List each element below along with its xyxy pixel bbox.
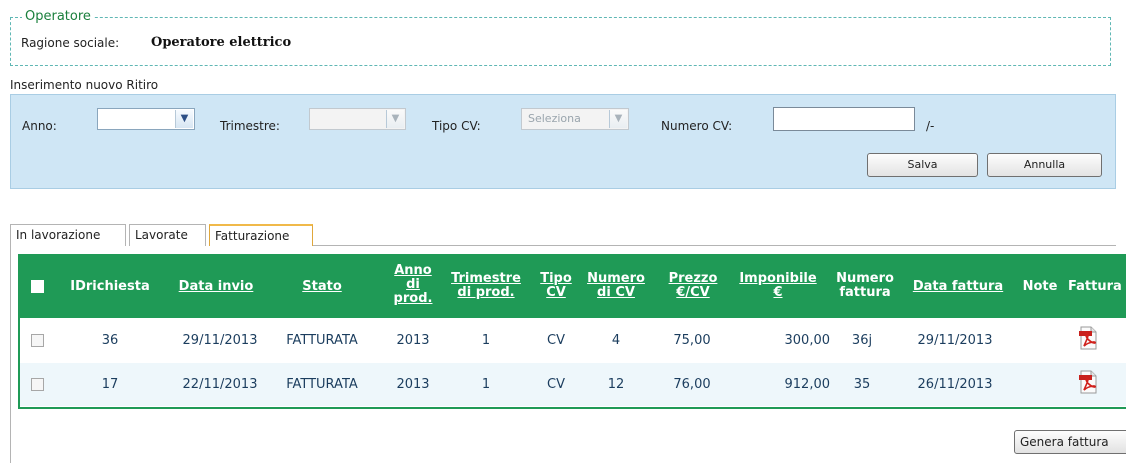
header-prezzo-line1: Prezzo — [668, 271, 718, 286]
fatturazione-table: IDrichiesta Data invio Stato Anno di pro… — [18, 254, 1126, 409]
pdf-icon[interactable] — [1078, 370, 1098, 394]
numero-cv-suffix: /- — [926, 119, 935, 133]
header-note: Note — [1022, 279, 1058, 294]
chevron-down-icon[interactable]: ▼ — [175, 110, 193, 128]
header-idrichiesta: IDrichiesta — [70, 279, 150, 294]
header-trimestre-line2: di prod. — [457, 285, 515, 300]
cell-tipo-cv: CV — [547, 333, 565, 348]
header-prezzo-line2: €/CV — [676, 285, 710, 300]
tab-in-lavorazione[interactable]: In lavorazione — [10, 224, 126, 246]
anno-select[interactable]: ▼ — [97, 108, 195, 130]
chevron-down-icon[interactable]: ▼ — [609, 110, 627, 128]
chevron-down-icon[interactable]: ▼ — [386, 110, 404, 128]
cell-data-invio: 29/11/2013 — [182, 333, 258, 348]
cell-imponibile: 300,00 — [784, 333, 831, 348]
select-all-checkbox[interactable] — [31, 280, 44, 293]
header-data-fattura[interactable]: Data fattura — [903, 280, 1013, 294]
header-anno-line3: prod. — [393, 291, 433, 306]
header-trimestre-line1: Trimestre — [451, 271, 521, 286]
tipo-cv-select[interactable]: Seleziona ▼ — [521, 108, 629, 130]
table-row: 17 22/11/2013 FATTURATA 2013 1 CV 12 76,… — [20, 363, 1126, 406]
salva-button[interactable]: Salva — [867, 153, 978, 177]
numero-cv-label: Numero CV: — [661, 119, 733, 133]
cell-data-fattura: 29/11/2013 — [917, 333, 993, 348]
pdf-icon[interactable] — [1078, 326, 1098, 350]
tipo-cv-label: Tipo CV: — [432, 119, 481, 133]
header-numfatt-line2: fattura — [839, 285, 891, 300]
cell-idrichiesta: 36 — [101, 333, 119, 348]
header-prezzo[interactable]: Prezzo €/CV — [664, 272, 722, 300]
cell-anno: 2013 — [396, 333, 430, 348]
trimestre-label: Trimestre: — [220, 119, 280, 133]
cell-numero-cv: 4 — [611, 333, 621, 348]
inserimento-title: Inserimento nuovo Ritiro — [10, 78, 159, 92]
trimestre-select[interactable]: ▼ — [309, 108, 406, 130]
header-fattura: Fattura — [1068, 279, 1122, 294]
header-anno-line1: Anno — [394, 263, 432, 278]
cell-trimestre: 1 — [481, 333, 491, 348]
operatore-legend: Operatore — [22, 9, 94, 24]
cell-prezzo: 76,00 — [673, 377, 711, 392]
header-anno-line2: di — [406, 277, 420, 292]
header-tipo-line2: CV — [546, 285, 566, 300]
table-row: 36 29/11/2013 FATTURATA 2013 1 CV 4 75,0… — [20, 319, 1126, 362]
cell-stato: FATTURATA — [286, 377, 358, 392]
header-anno-di-prod[interactable]: Anno di prod. — [390, 264, 436, 306]
header-imponibile-line2: € — [773, 285, 783, 300]
cell-data-invio: 22/11/2013 — [182, 377, 258, 392]
header-data-invio[interactable]: Data invio — [170, 280, 262, 294]
cell-tipo-cv: CV — [547, 377, 565, 392]
cell-prezzo: 75,00 — [673, 333, 711, 348]
row-checkbox[interactable] — [31, 378, 44, 391]
header-numero-line1: Numero — [587, 271, 645, 286]
cell-numero-fattura: 36j — [851, 333, 873, 348]
header-numero-line2: di CV — [597, 285, 635, 300]
header-stato[interactable]: Stato — [298, 280, 346, 294]
cell-trimestre: 1 — [481, 377, 491, 392]
table-header: IDrichiesta Data invio Stato Anno di pro… — [20, 256, 1126, 318]
ragione-sociale-label: Ragione sociale: — [21, 36, 120, 50]
tab-content-border — [10, 245, 11, 463]
header-imponibile-line1: Imponibile — [739, 271, 817, 286]
cell-numero-cv: 12 — [607, 377, 625, 392]
cell-idrichiesta: 17 — [101, 377, 119, 392]
ragione-sociale-value: Operatore elettrico — [151, 35, 292, 50]
tab-lavorate[interactable]: Lavorate — [129, 224, 206, 246]
row-checkbox[interactable] — [31, 334, 44, 347]
cell-stato: FATTURATA — [286, 333, 358, 348]
header-tipo-cv[interactable]: Tipo CV — [538, 272, 574, 300]
tabs-divider — [313, 245, 1116, 246]
cell-numero-fattura: 35 — [853, 377, 871, 392]
cell-anno: 2013 — [396, 377, 430, 392]
anno-label: Anno: — [22, 119, 57, 133]
tipo-cv-select-value: Seleziona — [528, 112, 581, 125]
header-tipo-line1: Tipo — [540, 271, 572, 286]
cell-data-fattura: 26/11/2013 — [917, 377, 993, 392]
genera-fattura-button[interactable]: Genera fattura — [1014, 430, 1126, 454]
header-trimestre-di-prod[interactable]: Trimestre di prod. — [446, 272, 526, 300]
header-numero-fattura: Numero fattura — [834, 272, 896, 300]
header-imponibile[interactable]: Imponibile € — [732, 272, 824, 300]
header-numfatt-line1: Numero — [836, 271, 894, 286]
cell-imponibile: 912,00 — [784, 377, 831, 392]
header-numero-di-cv[interactable]: Numero di CV — [586, 272, 646, 300]
inserimento-panel: Anno: ▼ Trimestre: ▼ Tipo CV: Seleziona … — [10, 94, 1116, 189]
numero-cv-input[interactable] — [773, 107, 915, 131]
annulla-button[interactable]: Annulla — [987, 153, 1102, 177]
tab-fatturazione[interactable]: Fatturazione — [209, 224, 313, 246]
